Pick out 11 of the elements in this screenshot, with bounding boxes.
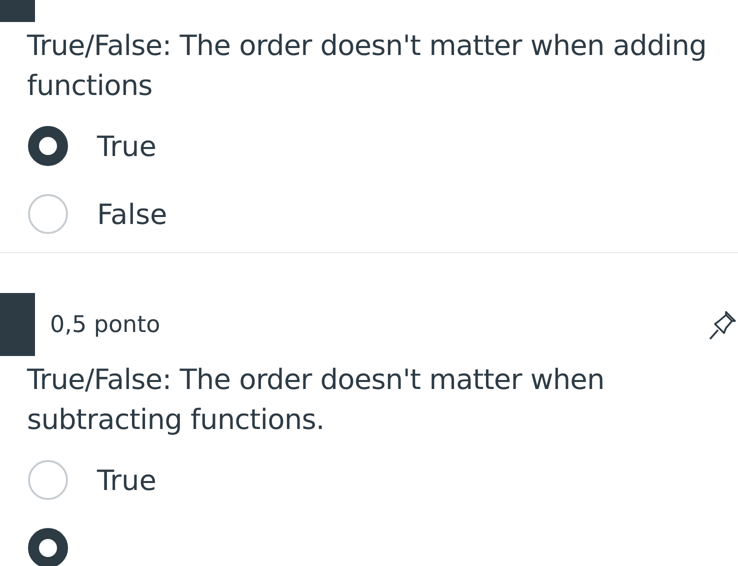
pin-icon[interactable]	[708, 308, 736, 340]
radio-button[interactable]	[28, 126, 68, 166]
question-marker	[0, 293, 35, 356]
points-label: 0,5 ponto	[50, 312, 162, 338]
option-label: False	[97, 198, 168, 230]
question-marker	[0, 0, 35, 22]
question-text: True/False: The order doesn't matter when subtracting functions.	[26, 362, 606, 438]
option-label: True	[97, 464, 156, 496]
question-text: True/False: The order doesn't matter when adding functions	[26, 28, 708, 104]
radio-button[interactable]	[28, 528, 68, 566]
option-label: True	[97, 130, 156, 162]
